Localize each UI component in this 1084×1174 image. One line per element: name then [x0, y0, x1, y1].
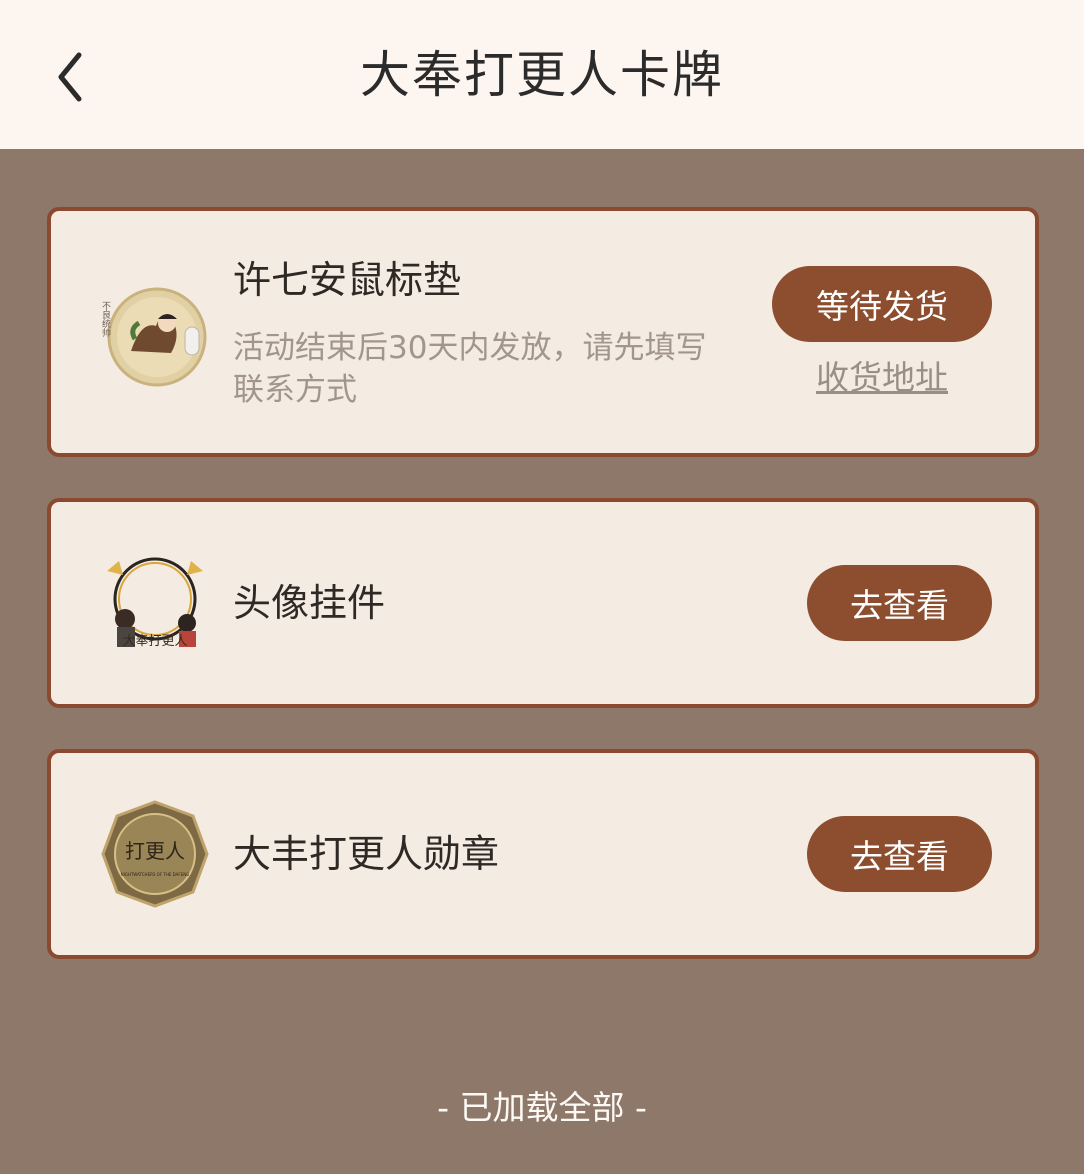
- svg-text:大奉打更人: 大奉打更人: [122, 634, 187, 649]
- mousepad-thumbnail: 不良统帅: [100, 281, 209, 389]
- reward-card-medal: 打更人 NIGHTWATCHERS OF THE DAFENG 大丰打更人勋章 …: [47, 749, 1039, 959]
- svg-text:不良统帅: 不良统帅: [101, 301, 111, 338]
- item-title: 头像挂件: [233, 581, 386, 625]
- medal-thumbnail: 打更人 NIGHTWATCHERS OF THE DAFENG: [101, 800, 209, 908]
- item-description: 活动结束后30天内发放，请先填写联系方式: [233, 330, 707, 408]
- avatar-frame-thumbnail: 大奉打更人: [101, 549, 209, 657]
- item-title: 大丰打更人勋章: [233, 832, 500, 876]
- svg-text:打更人: 打更人: [125, 839, 185, 863]
- shipping-address-link[interactable]: 收货地址: [811, 355, 953, 401]
- svg-text:NIGHTWATCHERS OF THE DAFENG: NIGHTWATCHERS OF THE DAFENG: [121, 872, 190, 877]
- view-button[interactable]: 去查看: [807, 816, 992, 892]
- item-title: 许七安鼠标垫: [233, 258, 462, 302]
- reward-card-avatar-frame: 大奉打更人 头像挂件 去查看: [47, 498, 1039, 708]
- awaiting-shipment-button[interactable]: 等待发货: [772, 266, 992, 342]
- load-complete-text: - 已加载全部 -: [437, 1088, 647, 1127]
- page-title: 大奉打更人卡牌: [360, 46, 724, 104]
- top-bar: 大奉打更人卡牌: [0, 0, 1084, 149]
- reward-card-mousepad: 不良统帅 许七安鼠标垫 活动结束后30天内发放，请先填写联系方式 等待发货 收货…: [47, 207, 1039, 457]
- view-button[interactable]: 去查看: [807, 565, 992, 641]
